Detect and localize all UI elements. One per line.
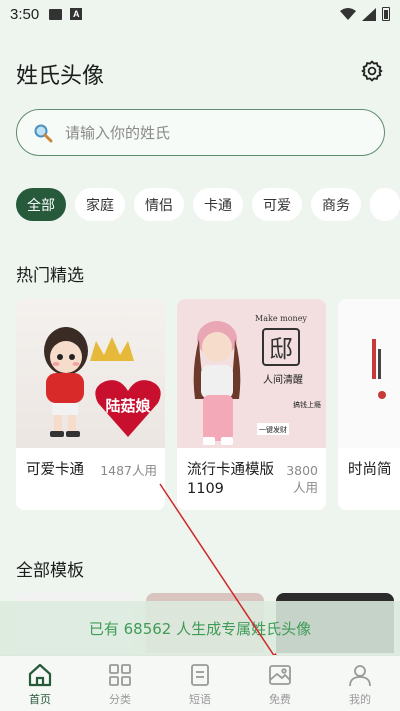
nav-label: 首页: [29, 693, 51, 706]
nav-profile[interactable]: 我的: [320, 656, 400, 711]
nav-label: 我的: [349, 693, 371, 706]
nav-category[interactable]: 分类: [80, 656, 160, 711]
home-icon: [28, 663, 52, 687]
document-icon: [191, 664, 209, 686]
nav-label: 短语: [189, 693, 211, 706]
annotation-arrow: [159, 483, 280, 664]
bottom-nav: 首页 分类 短语 免费 我的: [0, 655, 400, 711]
image-icon: [269, 665, 291, 685]
nav-free[interactable]: 免费: [240, 656, 320, 711]
nav-home[interactable]: 首页: [0, 656, 80, 711]
user-icon: [349, 665, 371, 687]
nav-label: 分类: [109, 693, 131, 706]
nav-phrases[interactable]: 短语: [160, 656, 240, 711]
nav-label: 免费: [269, 693, 291, 706]
grid-icon: [109, 664, 131, 686]
